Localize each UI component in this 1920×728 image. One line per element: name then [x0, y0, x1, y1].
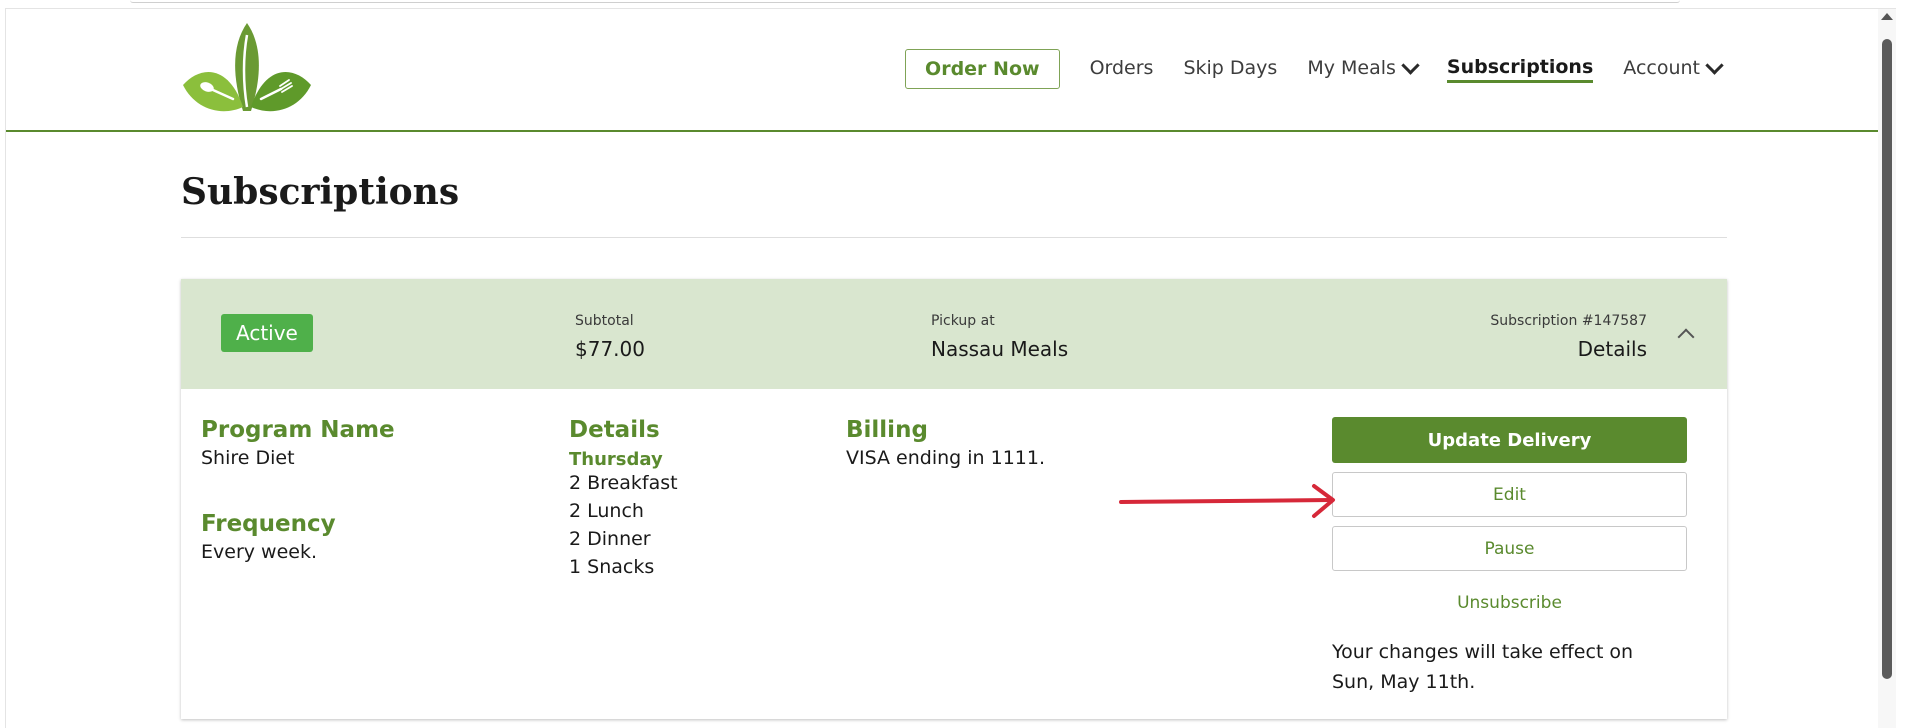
- subscription-number-block: Subscription #147587 Details: [1490, 313, 1647, 361]
- meal-line: 2 Lunch: [569, 500, 644, 522]
- subtotal-label: Subtotal: [575, 313, 634, 329]
- subscription-card-header[interactable]: Active Subtotal $77.00 Pickup at Nassau …: [181, 279, 1727, 389]
- status-badge: Active: [221, 314, 313, 352]
- pickup-label: Pickup at: [931, 313, 995, 329]
- billing-value: VISA ending in 1111.: [846, 447, 1046, 469]
- nav-account[interactable]: Account: [1623, 55, 1724, 81]
- nav-my-meals[interactable]: My Meals: [1307, 55, 1420, 81]
- nav-orders-label: Orders: [1089, 57, 1154, 79]
- title-divider: [181, 237, 1727, 238]
- annotation-arrow-icon: [1119, 484, 1335, 518]
- browser-chrome-edge: [130, 0, 1680, 3]
- leaf-logo-icon[interactable]: [181, 21, 313, 113]
- program-column: Program Name Shire Diet Frequency Every …: [201, 417, 395, 563]
- nav-orders[interactable]: Orders: [1090, 57, 1154, 81]
- subscription-card: Active Subtotal $77.00 Pickup at Nassau …: [181, 279, 1727, 719]
- changes-effect-note: Your changes will take effect on Sun, Ma…: [1332, 637, 1687, 697]
- chevron-down-icon: [1705, 55, 1724, 75]
- chevron-up-icon[interactable]: [1677, 328, 1695, 346]
- program-title: Program Name: [201, 417, 395, 443]
- details-link[interactable]: Details: [1490, 337, 1647, 361]
- pickup-block: Pickup at Nassau Meals: [931, 313, 1068, 361]
- subscription-actions: Update Delivery Edit Pause Unsubscribe Y…: [1332, 417, 1687, 697]
- site-header: Order Now Orders Skip Days My Meals Subs…: [6, 9, 1896, 132]
- chevron-down-icon: [1401, 55, 1420, 75]
- details-column: Details Thursday 2 Breakfast 2 Lunch 2 D…: [569, 417, 678, 578]
- subscription-number: Subscription #147587: [1490, 313, 1647, 329]
- delivery-day: Thursday: [569, 449, 663, 470]
- nav-subscriptions[interactable]: Subscriptions: [1446, 55, 1594, 83]
- changes-note-line: Your changes will take effect on: [1332, 641, 1634, 663]
- nav-skip-days[interactable]: Skip Days: [1183, 57, 1277, 81]
- page-title: Subscriptions: [181, 171, 460, 213]
- update-delivery-button[interactable]: Update Delivery: [1332, 417, 1687, 463]
- billing-title: Billing: [846, 417, 928, 443]
- changes-note-date: Sun, May 11th.: [1332, 671, 1476, 693]
- page-scrollbar[interactable]: [1878, 9, 1896, 728]
- meal-line: 1 Snacks: [569, 556, 655, 578]
- subtotal-value: $77.00: [575, 337, 645, 361]
- details-title: Details: [569, 417, 660, 443]
- main-nav: Order Now Orders Skip Days My Meals Subs…: [905, 49, 1724, 89]
- nav-my-meals-label: My Meals: [1307, 57, 1396, 79]
- order-now-button[interactable]: Order Now: [905, 49, 1060, 89]
- billing-column: Billing VISA ending in 1111.: [846, 417, 1045, 469]
- meal-line: 2 Breakfast: [569, 472, 678, 494]
- nav-subscriptions-label: Subscriptions: [1446, 55, 1594, 78]
- nav-skip-days-label: Skip Days: [1183, 57, 1278, 79]
- pickup-value: Nassau Meals: [931, 337, 1069, 361]
- program-value: Shire Diet: [201, 447, 295, 469]
- nav-account-label: Account: [1623, 57, 1700, 79]
- page-viewport: Order Now Orders Skip Days My Meals Subs…: [5, 8, 1896, 728]
- subtotal-block: Subtotal $77.00: [575, 313, 645, 361]
- edit-button[interactable]: Edit: [1332, 472, 1687, 517]
- frequency-title: Frequency: [201, 511, 336, 537]
- frequency-value: Every week.: [201, 541, 317, 563]
- scroll-up-icon[interactable]: [1881, 13, 1893, 20]
- scrollbar-thumb[interactable]: [1882, 39, 1892, 679]
- unsubscribe-link[interactable]: Unsubscribe: [1332, 593, 1687, 613]
- pause-button[interactable]: Pause: [1332, 526, 1687, 571]
- meal-line: 2 Dinner: [569, 528, 651, 550]
